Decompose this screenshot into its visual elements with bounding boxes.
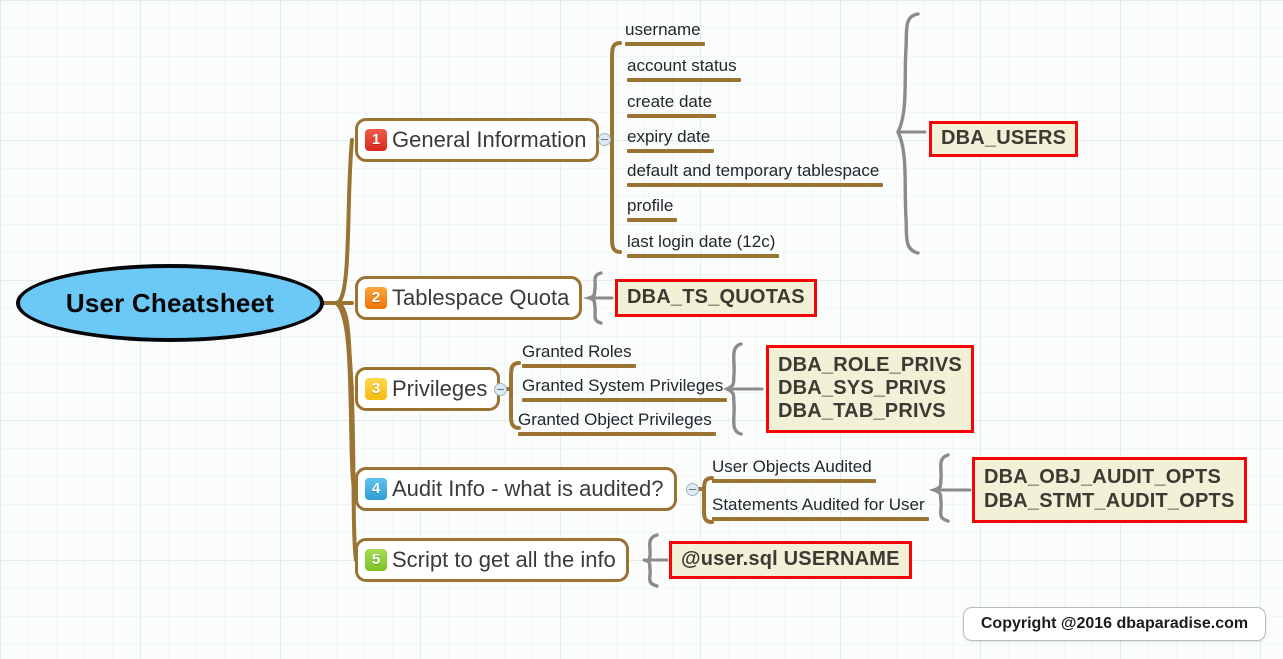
leaf-underline xyxy=(627,77,741,82)
branch-badge-3: 3 xyxy=(365,377,387,400)
branch-node-general-information[interactable]: 1 General Information xyxy=(355,118,600,162)
leaf-node[interactable]: expiry date xyxy=(627,128,714,157)
copyright-text: Copyright @2016 dbaparadise.com xyxy=(980,615,1249,632)
branch-label-5: Script to get all the info xyxy=(392,546,616,572)
mindmap-canvas: User Cheatsheet 1 General Information us… xyxy=(0,0,1283,659)
leaf-node[interactable]: Granted System Privileges xyxy=(522,377,727,406)
leaf-node[interactable]: last login date (12c) xyxy=(627,233,779,262)
leaf-label: Statements Audited for User xyxy=(712,495,925,514)
leaf-node[interactable]: User Objects Audited xyxy=(712,458,876,487)
leaf-node[interactable]: Granted Object Privileges xyxy=(518,411,716,440)
branch-badge-4: 4 xyxy=(365,477,387,500)
reference-label: DBA_USERS xyxy=(941,126,1067,149)
root-node[interactable]: User Cheatsheet xyxy=(16,264,324,342)
reference-box-privileges[interactable]: DBA_ROLE_PRIVS DBA_SYS_PRIVS DBA_TAB_PRI… xyxy=(766,345,974,433)
reference-box-dba-users[interactable]: DBA_USERS xyxy=(929,121,1079,157)
leaf-label: default and temporary tablespace xyxy=(627,161,880,180)
leaf-underline xyxy=(627,113,716,118)
leaf-label: Granted Roles xyxy=(522,342,632,361)
collapse-toggle-icon-4[interactable] xyxy=(686,483,699,496)
leaf-label: username xyxy=(625,20,701,39)
reference-label: DBA_OBJ_AUDIT_OPTS xyxy=(984,466,1221,489)
leaf-node[interactable]: create date xyxy=(627,93,716,122)
branch-badge-5: 5 xyxy=(365,548,387,571)
root-node-label: User Cheatsheet xyxy=(65,287,275,318)
leaf-label: last login date (12c) xyxy=(627,232,776,251)
collapse-toggle-icon-3[interactable] xyxy=(494,383,507,396)
leaf-label: expiry date xyxy=(627,127,711,146)
leaf-underline xyxy=(518,431,716,436)
branch-label-3: Privileges xyxy=(392,375,488,401)
branch-badge-2: 2 xyxy=(365,286,387,309)
leaf-underline xyxy=(627,182,883,187)
leaf-underline xyxy=(627,217,677,222)
leaf-label: Granted Object Privileges xyxy=(518,410,712,429)
leaf-label: Granted System Privileges xyxy=(522,376,724,395)
copyright-footer: Copyright @2016 dbaparadise.com xyxy=(963,607,1266,641)
branch-label-1: General Information xyxy=(392,126,587,152)
leaf-underline xyxy=(627,148,714,153)
leaf-node[interactable]: username xyxy=(625,21,705,50)
leaf-underline xyxy=(712,516,929,521)
leaf-node[interactable]: default and temporary tablespace xyxy=(627,162,883,191)
reference-label: DBA_SYS_PRIVS xyxy=(778,376,947,399)
reference-box-audit[interactable]: DBA_OBJ_AUDIT_OPTS DBA_STMT_AUDIT_OPTS xyxy=(972,457,1247,523)
leaf-underline xyxy=(712,478,876,483)
reference-box-dba-ts-quotas[interactable]: DBA_TS_QUOTAS xyxy=(615,279,817,317)
branch-label-2: Tablespace Quota xyxy=(392,284,570,310)
leaf-underline xyxy=(522,397,727,402)
branch-label-4: Audit Info - what is audited? xyxy=(392,475,664,501)
branch-node-tablespace-quota[interactable]: 2 Tablespace Quota xyxy=(355,276,583,320)
leaf-label: profile xyxy=(627,196,674,215)
branch-node-audit-info[interactable]: 4 Audit Info - what is audited? xyxy=(355,467,677,511)
leaf-underline xyxy=(625,41,705,46)
leaf-underline xyxy=(627,253,779,258)
branch-node-privileges[interactable]: 3 Privileges xyxy=(355,367,501,411)
leaf-node[interactable]: Statements Audited for User xyxy=(712,496,929,525)
leaf-label: create date xyxy=(627,92,713,111)
branch-node-script[interactable]: 5 Script to get all the info xyxy=(355,538,629,582)
reference-label: @user.sql USERNAME xyxy=(681,547,900,570)
reference-label: DBA_ROLE_PRIVS xyxy=(778,353,962,376)
reference-label: DBA_STMT_AUDIT_OPTS xyxy=(984,489,1235,512)
leaf-underline xyxy=(522,363,636,368)
collapse-toggle-icon-1[interactable] xyxy=(598,133,611,146)
reference-box-script[interactable]: @user.sql USERNAME xyxy=(669,541,912,579)
leaf-label: account status xyxy=(627,56,737,75)
reference-label: DBA_TAB_PRIVS xyxy=(778,400,946,423)
leaf-node[interactable]: account status xyxy=(627,57,741,86)
leaf-node[interactable]: Granted Roles xyxy=(522,343,636,372)
branch-badge-1: 1 xyxy=(365,128,387,151)
reference-label: DBA_TS_QUOTAS xyxy=(627,285,805,308)
leaf-node[interactable]: profile xyxy=(627,197,677,226)
leaf-label: User Objects Audited xyxy=(712,457,872,476)
